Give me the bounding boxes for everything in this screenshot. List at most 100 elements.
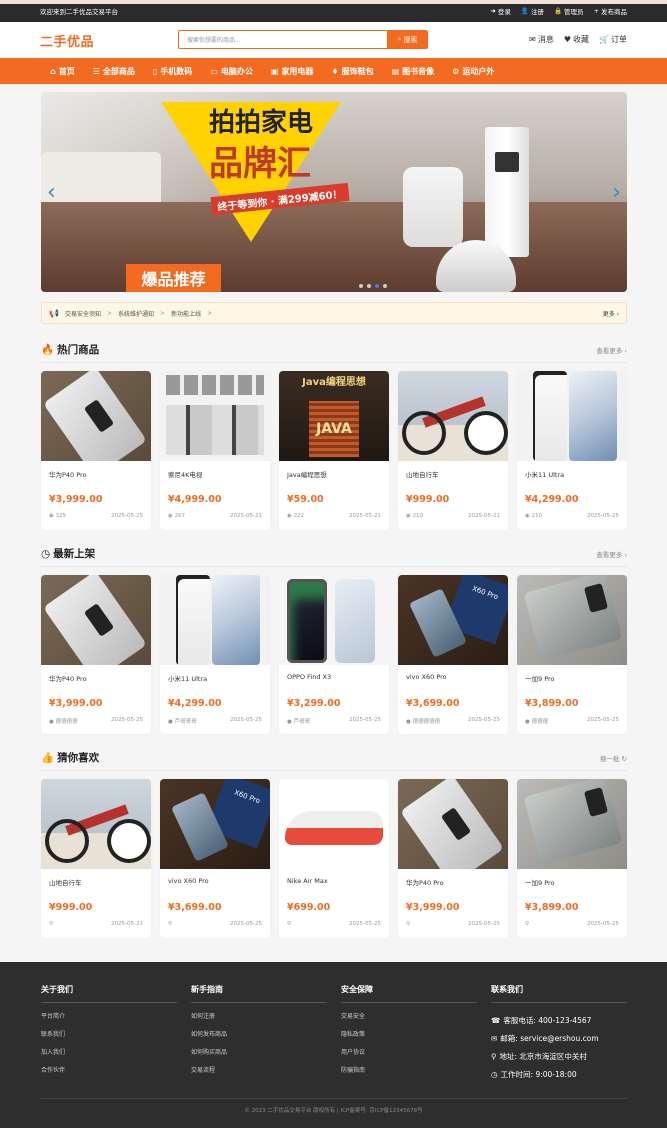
product-card[interactable]: Nike Air Max ¥699.00 ⚲ 2025-05-25 xyxy=(279,779,389,938)
footer-link[interactable]: 交易流程 xyxy=(191,1065,327,1083)
product-image[interactable] xyxy=(160,371,270,461)
product-image[interactable] xyxy=(41,371,151,461)
product-date: 2025-05-25 xyxy=(230,717,262,723)
product-name[interactable]: vivo X60 Pro xyxy=(406,673,447,681)
footer-link[interactable]: 平台简介 xyxy=(41,1011,177,1029)
product-name[interactable]: 小米11 Ultra xyxy=(168,673,207,683)
login-link[interactable]: ➜ 登录 xyxy=(490,6,510,16)
product-card[interactable]: OPPO Find X3 ¥3,299.00 ● 芦哥哥 2025-05-25 xyxy=(279,575,389,734)
product-price: ¥59.00 xyxy=(287,494,324,505)
fire-icon: 🔥 xyxy=(41,344,55,356)
product-card[interactable]: 索尼4K电视 ¥4,999.00 ◉ 267 2025-05-21 xyxy=(160,371,270,530)
product-name[interactable]: Nike Air Max xyxy=(287,877,328,885)
product-card[interactable]: Java编程思想 ¥59.00 ◉ 222 2025-05-21 xyxy=(279,371,389,530)
notice-item[interactable]: 系统维护通知 xyxy=(118,309,154,318)
product-image[interactable] xyxy=(398,779,508,869)
product-name[interactable]: vivo X60 Pro xyxy=(168,877,209,885)
banner-dot[interactable] xyxy=(359,284,363,288)
nav-all[interactable]: ☰ 全部商品 xyxy=(93,66,135,77)
footer-link[interactable]: 加入我们 xyxy=(41,1047,177,1065)
product-card[interactable]: vivo X60 Pro ¥3,699.00 ⚲ 2025-05-25 xyxy=(160,779,270,938)
nav-sports[interactable]: ⚙ 运动户外 xyxy=(452,66,494,77)
product-image[interactable] xyxy=(279,575,389,665)
product-name[interactable]: 索尼4K电视 xyxy=(168,469,202,479)
favorites-link[interactable]: ♥ 收藏 xyxy=(564,34,589,45)
nav-phones[interactable]: ▯ 手机数码 xyxy=(153,66,192,77)
footer-link[interactable]: 如何购买商品 xyxy=(191,1047,327,1065)
product-image[interactable] xyxy=(517,371,627,461)
search-button[interactable]: ⌕ 搜索 xyxy=(387,30,428,49)
product-card[interactable]: 华为P40 Pro ¥3,999.00 ⚲ 2025-05-25 xyxy=(398,779,508,938)
banner-prev-arrow[interactable]: ‹ xyxy=(47,180,56,205)
user-icon: ● xyxy=(406,719,411,725)
footer-link[interactable]: 隐私政策 xyxy=(341,1029,477,1047)
product-name[interactable]: 山地自行车 xyxy=(49,877,82,887)
product-card[interactable]: 山地自行车 ¥999.00 ◉ 210 2025-05-21 xyxy=(398,371,508,530)
contact-email[interactable]: ✉ 邮箱: service@ershou.com xyxy=(491,1029,627,1047)
product-image[interactable] xyxy=(160,779,270,869)
product-name[interactable]: 华为P40 Pro xyxy=(49,673,87,683)
product-card[interactable]: 山地自行车 ¥999.00 ⚲ 2025-05-21 xyxy=(41,779,151,938)
product-name[interactable]: 小米11 Ultra xyxy=(525,469,564,479)
banner-dot[interactable] xyxy=(375,284,379,288)
footer-link[interactable]: 如何注册 xyxy=(191,1011,327,1029)
banner-dot[interactable] xyxy=(367,284,371,288)
product-name[interactable]: OPPO Find X3 xyxy=(287,673,331,681)
notice-item[interactable]: 交易安全须知 xyxy=(65,309,101,318)
refresh-link[interactable]: 换一批 ↻ xyxy=(600,753,627,763)
contact-address: ⚲ 地址: 北京市海淀区中关村 xyxy=(491,1051,587,1061)
publish-link[interactable]: + 发布商品 xyxy=(594,6,627,16)
footer-link[interactable]: 联系我们 xyxy=(41,1029,177,1047)
footer-link[interactable]: 合作伙伴 xyxy=(41,1065,177,1083)
product-image[interactable] xyxy=(41,779,151,869)
footer-link[interactable]: 防骗指南 xyxy=(341,1065,477,1083)
footer-link[interactable]: 用户协议 xyxy=(341,1047,477,1065)
site-logo[interactable]: 二手优品 xyxy=(40,31,94,50)
admin-link[interactable]: 🔒 管理员 xyxy=(554,6,584,16)
product-name[interactable]: 一加9 Pro xyxy=(525,877,555,887)
product-image[interactable] xyxy=(279,779,389,869)
product-name[interactable]: Java编程思想 xyxy=(287,469,327,479)
product-card[interactable]: 一加9 Pro ¥3,899.00 ● 德德德 2025-05-25 xyxy=(517,575,627,734)
footer-link[interactable]: 如何发布商品 xyxy=(191,1029,327,1047)
eye-icon: ◉ xyxy=(287,513,292,519)
product-card[interactable]: 小米11 Ultra ¥4,299.00 ◉ 210 2025-05-25 xyxy=(517,371,627,530)
hot-more-link[interactable]: 查看更多 › xyxy=(596,345,627,355)
footer-link[interactable]: 交易安全 xyxy=(341,1011,477,1029)
new-more-link[interactable]: 查看更多 › xyxy=(596,549,627,559)
footer-col-title: 新手指南 xyxy=(191,984,327,1003)
product-card[interactable]: 小米11 Ultra ¥4,299.00 ● 芦哥哥哥 2025-05-25 xyxy=(160,575,270,734)
nav-clothing[interactable]: ♦ 服饰鞋包 xyxy=(331,66,373,77)
product-name[interactable]: 华为P40 Pro xyxy=(49,469,87,479)
register-link[interactable]: 👤 注册 xyxy=(521,6,544,16)
search-input[interactable]: 搜索你想要的商品... xyxy=(178,30,387,49)
nav-home[interactable]: ⌂ 首页 xyxy=(50,66,75,77)
top-bar: 欢迎来到二手优品交易平台 ➜ 登录 👤 注册 🔒 管理员 + 发布商品 xyxy=(0,0,667,22)
orders-link[interactable]: 🛒 订单 xyxy=(599,34,627,45)
notice-more-link[interactable]: 更多 › xyxy=(603,309,619,318)
product-image[interactable] xyxy=(517,575,627,665)
messages-link[interactable]: ✉ 消息 xyxy=(529,34,554,45)
product-image[interactable] xyxy=(279,371,389,461)
banner-dot[interactable] xyxy=(383,284,387,288)
product-image[interactable] xyxy=(517,779,627,869)
product-image[interactable] xyxy=(41,575,151,665)
product-name[interactable]: 山地自行车 xyxy=(406,469,439,479)
product-card[interactable]: 华为P40 Pro ¥3,999.00 ◉ 325 2025-05-25 xyxy=(41,371,151,530)
banner-next-arrow[interactable]: › xyxy=(612,180,621,205)
nav-appliances[interactable]: ▣ 家用电器 xyxy=(271,66,314,77)
product-image[interactable] xyxy=(160,575,270,665)
product-image[interactable] xyxy=(398,371,508,461)
product-meta: ⚲ 2025-05-25 xyxy=(168,921,262,927)
nav-books[interactable]: ▤ 图书音像 xyxy=(392,66,435,77)
product-card[interactable]: 一加9 Pro ¥3,899.00 ⚲ 2025-05-25 xyxy=(517,779,627,938)
search-icon: ⌕ xyxy=(397,35,402,43)
notice-item[interactable]: 新功能上线 xyxy=(171,309,201,318)
nav-computers[interactable]: ▭ 电脑办公 xyxy=(210,66,253,77)
product-image[interactable] xyxy=(398,575,508,665)
product-name[interactable]: 一加9 Pro xyxy=(525,673,555,683)
product-card[interactable]: vivo X60 Pro ¥3,699.00 ● 德德德德德 2025-05-25 xyxy=(398,575,508,734)
promo-banner[interactable]: 拍拍家电 品牌汇 终于等到你 · 满299减60！ 爆品推荐 ‹ › xyxy=(41,92,627,292)
product-card[interactable]: 华为P40 Pro ¥3,999.00 ● 德德德德 2025-05-25 xyxy=(41,575,151,734)
product-name[interactable]: 华为P40 Pro xyxy=(406,877,444,887)
